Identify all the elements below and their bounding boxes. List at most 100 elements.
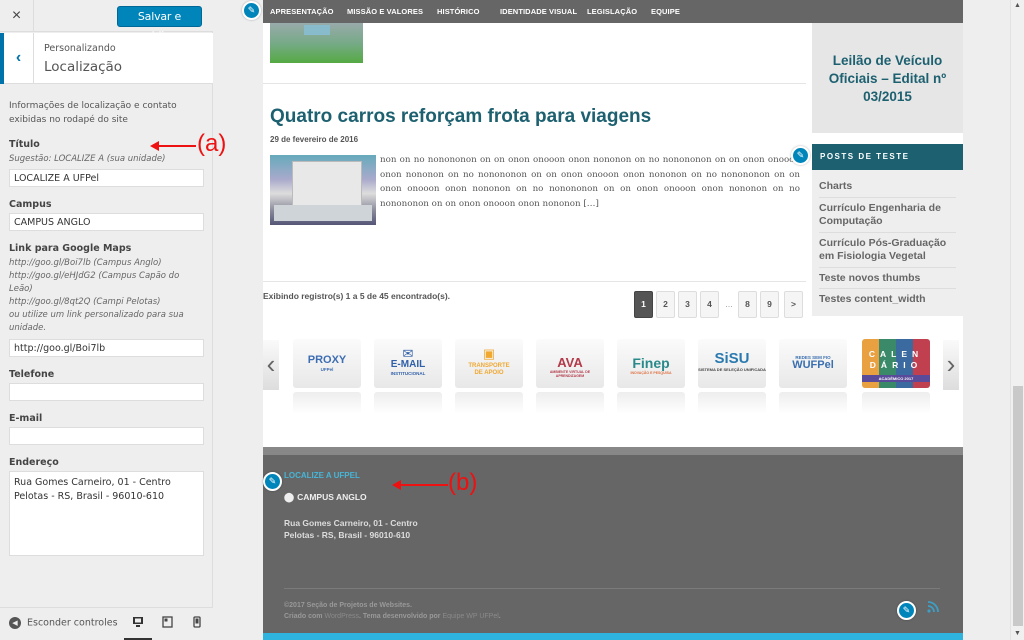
customizer-footer: ◀ Esconder controles (0, 607, 213, 640)
site-preview: APRESENTAÇÃO MISSÃO E VALORES HISTÓRICO … (214, 0, 1010, 640)
endereco-label: Endereço (9, 457, 59, 468)
section-controls: Informações de localização e contato exi… (9, 100, 205, 556)
calendario-logo: CALENDÁRIO (868, 349, 924, 370)
footer-credits: ©2017 Seção de Projetos de Websites. Cri… (284, 600, 501, 622)
next-page-button[interactable]: > (784, 291, 803, 318)
page-3-button[interactable]: 3 (678, 291, 697, 318)
email-input[interactable] (9, 427, 204, 445)
posts-widget-list: Charts Currículo Engenharia de Computaçã… (812, 170, 963, 316)
rss-icon[interactable] (927, 601, 939, 616)
post-title[interactable]: Quatro carros reforçam frota para viagen… (270, 106, 651, 128)
section-description: Informações de localização e contato exi… (9, 101, 177, 125)
copyright-text: ©2017 Seção de Projetos de Websites. (284, 602, 412, 609)
nav-historico[interactable]: HISTÓRICO (437, 7, 480, 16)
posts-widget-item[interactable]: Testes content_width (819, 289, 956, 310)
posts-widget-item[interactable]: Teste novos thumbs (819, 268, 956, 289)
page-4-button[interactable]: 4 (700, 291, 719, 318)
edit-footer-pencil-icon[interactable]: ✎ (263, 472, 282, 491)
proxy-logo: PROXY (307, 354, 347, 366)
nav-equipe[interactable]: EQUIPE (651, 7, 680, 16)
carousel-prev-icon[interactable]: ‹ (263, 340, 279, 390)
carousel-item-wufpel[interactable]: REDES SEM FIO WUFPel (779, 339, 847, 388)
proxy-sub: UFPel (320, 367, 334, 372)
calendario-sub: ACADÊMICO 2017 (862, 375, 930, 382)
annotation-arrow-a (150, 141, 196, 151)
pagination-ellipsis: … (725, 300, 733, 309)
carousel-item-finep[interactable]: Finep INOVAÇÃO E PESQUISA (617, 339, 685, 388)
nav-missao-e-valores[interactable]: MISSÃO E VALORES (347, 7, 423, 16)
endereco-textarea[interactable]: Rua Gomes Carneiro, 01 - Centro Pelotas … (9, 471, 204, 556)
desktop-preview-icon[interactable] (130, 616, 146, 632)
theme-by-text: . Tema desenvolvido por (358, 613, 441, 620)
titulo-input[interactable] (9, 169, 204, 187)
page-8-button[interactable]: 8 (738, 291, 757, 318)
nav-apresentacao[interactable]: APRESENTAÇÃO (270, 7, 334, 16)
post-thumbnail[interactable] (270, 155, 376, 225)
hide-controls-label: Esconder controles (27, 617, 118, 629)
carousel-next-icon[interactable]: › (943, 340, 959, 390)
previous-post-thumbnail[interactable] (270, 23, 363, 63)
footer-top-strip (263, 447, 963, 455)
page-2-button[interactable]: 2 (656, 291, 675, 318)
carousel-reflection (862, 392, 930, 414)
posts-widget-item[interactable]: Charts (819, 176, 956, 198)
scroll-up-icon[interactable]: ▲ (1011, 0, 1024, 12)
edit-social-pencil-icon[interactable]: ✎ (897, 601, 916, 620)
ava-logo: AVA (557, 355, 583, 370)
transporte-sub: DE APOIO (474, 370, 504, 376)
nav-identidade-visual[interactable]: IDENTIDADE VISUAL (500, 7, 577, 16)
email-sub: INSTITUCIONAL (390, 371, 426, 376)
nav-legislacao[interactable]: LEGISLAÇÃO (587, 7, 637, 16)
maps-input[interactable] (9, 339, 204, 357)
divider (263, 83, 806, 84)
email-label: E-mail (9, 413, 43, 424)
featured-widget-title[interactable]: Leilão de Veículo Oficiais – Edital nº 0… (812, 52, 963, 106)
hide-controls-button[interactable]: ◀ Esconder controles (9, 617, 118, 629)
publish-button[interactable]: Salvar e publicar (117, 6, 202, 42)
preview-scrollbar[interactable]: ▲ ▼ (1010, 0, 1024, 640)
wufpel-logo: WUFPel (792, 359, 834, 371)
edit-menu-pencil-icon[interactable]: ✎ (242, 1, 261, 20)
wordpress-link[interactable]: WordPress (324, 613, 359, 620)
finep-logo: Finep (632, 355, 670, 371)
top-navigation: APRESENTAÇÃO MISSÃO E VALORES HISTÓRICO … (263, 0, 963, 23)
map-pin-icon: ⬤ (284, 492, 295, 502)
footer-location-title[interactable]: LOCALIZE A UFPEL (284, 471, 360, 480)
edit-sidebar-pencil-icon[interactable]: ✎ (791, 146, 810, 165)
carousel-item-ava[interactable]: AVA AMBIENTE VIRTUAL DE APRENDIZAGEM (536, 339, 604, 388)
team-link[interactable]: Equipe WP UFPel (442, 613, 498, 620)
transporte-logo: TRANSPORTE (468, 363, 510, 369)
services-carousel: ‹ PROXY UFPel ✉ E-MAIL INSTITUCIONAL ▣ T… (263, 336, 963, 426)
post-excerpt: non on no nonononon on on onon onooon on… (380, 155, 800, 209)
carousel-item-email[interactable]: ✉ E-MAIL INSTITUCIONAL (374, 339, 442, 388)
carousel-reflection (374, 392, 442, 414)
customizer-window: × Salvar e publicar ‹ Personalizando Loc… (0, 0, 1024, 640)
credits-end: . (498, 613, 501, 620)
credits-line: Criado com WordPress. Tema desenvolvido … (284, 611, 501, 622)
page-1-button[interactable]: 1 (634, 291, 653, 318)
carousel-item-calendario[interactable]: CALENDÁRIO ACADÊMICO 2017 (862, 339, 930, 388)
scroll-thumb[interactable] (1013, 386, 1023, 626)
close-icon[interactable]: × (0, 0, 34, 32)
carousel-item-proxy[interactable]: PROXY UFPel (293, 339, 361, 388)
scroll-down-icon[interactable]: ▼ (1011, 628, 1024, 640)
ava-sub: AMBIENTE VIRTUAL DE APRENDIZAGEM (549, 370, 591, 378)
tablet-preview-icon[interactable] (159, 616, 175, 632)
thumbnail-cars (274, 205, 372, 221)
back-icon[interactable]: ‹ (0, 33, 34, 84)
posts-widget-item[interactable]: Currículo Pós-Graduação em Fisiologia Ve… (819, 233, 956, 268)
annotation-label-b: (b) (448, 469, 478, 496)
page-9-button[interactable]: 9 (760, 291, 779, 318)
carousel-item-sisu[interactable]: SiSU SISTEMA DE SELEÇÃO UNIFICADA (698, 339, 766, 388)
telefone-input[interactable] (9, 383, 204, 401)
breadcrumb: Personalizando (44, 43, 116, 54)
mobile-preview-icon[interactable] (189, 616, 205, 632)
carousel-reflection (455, 392, 523, 414)
featured-widget: Leilão de Veículo Oficiais – Edital nº 0… (812, 23, 963, 133)
divider (263, 281, 806, 282)
campus-input[interactable] (9, 213, 204, 231)
divider (284, 588, 940, 589)
posts-widget-item[interactable]: Currículo Engenharia de Computação (819, 198, 956, 233)
carousel-item-transporte[interactable]: ▣ TRANSPORTE DE APOIO (455, 339, 523, 388)
annotation-arrow-b (392, 480, 448, 490)
